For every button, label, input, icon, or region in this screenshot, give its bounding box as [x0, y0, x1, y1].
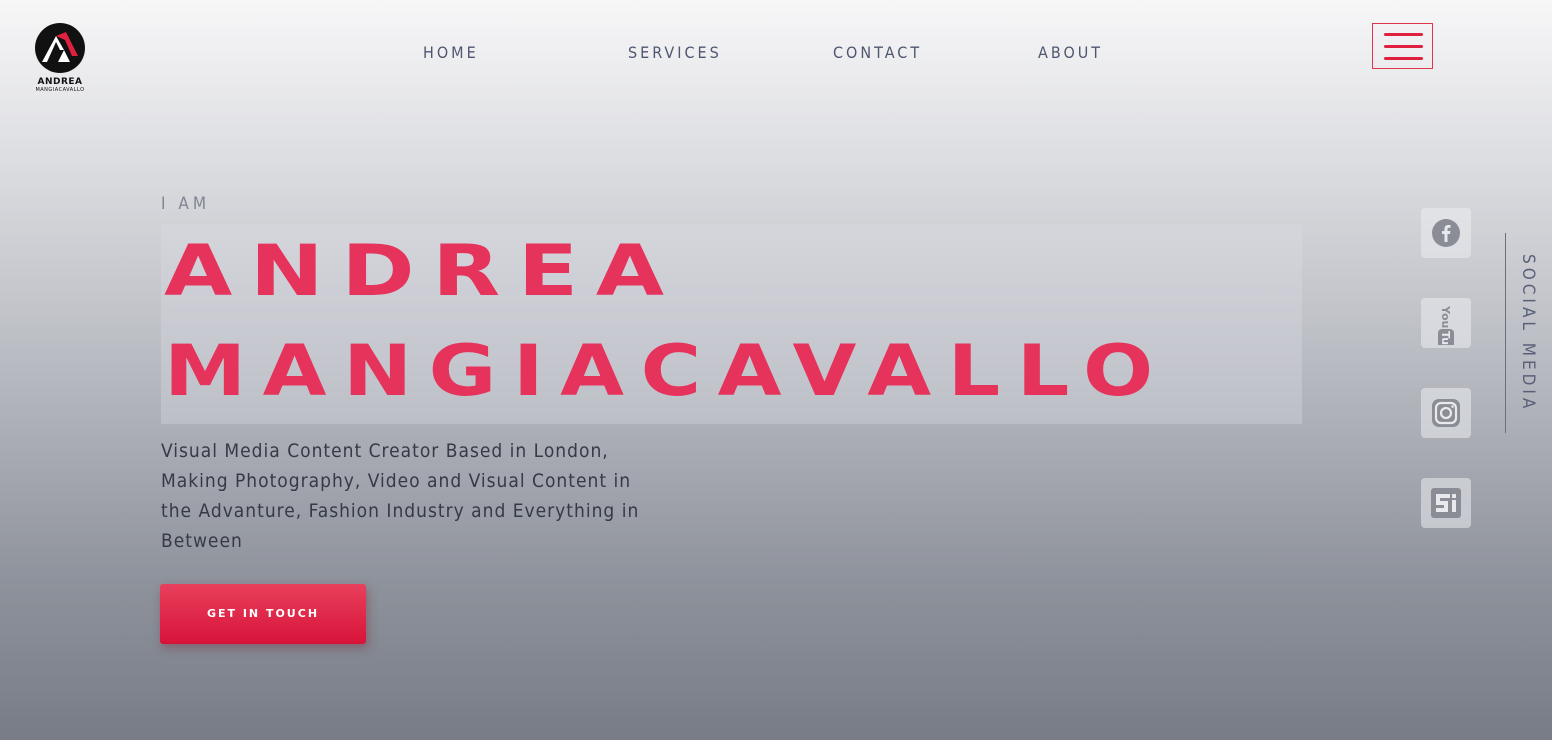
logo-mountain-icon [35, 23, 85, 73]
svg-text:You: You [1439, 305, 1452, 328]
instagram-link[interactable] [1421, 388, 1471, 438]
hero-name-first: ANDREA [164, 230, 682, 312]
facebook-icon [1432, 219, 1460, 247]
youtube-icon: You Tube [1438, 305, 1454, 345]
hamburger-menu-button[interactable] [1372, 23, 1433, 69]
nav-services[interactable]: SERVICES [628, 44, 722, 62]
logo-name: ANDREA [37, 77, 83, 87]
logo-subname: MANGIACAVALLO [35, 87, 85, 93]
hamburger-icon-bar [1384, 33, 1423, 36]
hero-intro: I AM [161, 194, 211, 214]
svg-text:Tube: Tube [1439, 331, 1452, 345]
social-divider [1505, 233, 1506, 433]
hero-name-last: MANGIACAVALLO [164, 330, 1170, 412]
get-in-touch-button[interactable]: GET IN TOUCH [160, 584, 366, 644]
nav-about[interactable]: ABOUT [1038, 44, 1103, 62]
hamburger-icon-bar [1384, 45, 1423, 48]
hero-description: Visual Media Content Creator Based in Lo… [161, 440, 640, 552]
instagram-icon [1432, 399, 1460, 427]
youtube-link[interactable]: You Tube [1421, 298, 1471, 348]
social-media-label: SOCIAL MEDIA [1518, 254, 1538, 413]
nav-contact[interactable]: CONTACT [833, 44, 922, 62]
hamburger-icon-bar [1384, 57, 1423, 60]
site-logo[interactable]: ANDREA MANGIACAVALLO [26, 20, 94, 96]
nav-home[interactable]: HOME [423, 44, 479, 62]
issuu-link[interactable] [1421, 478, 1471, 528]
issuu-icon [1431, 488, 1461, 518]
facebook-link[interactable] [1421, 208, 1471, 258]
